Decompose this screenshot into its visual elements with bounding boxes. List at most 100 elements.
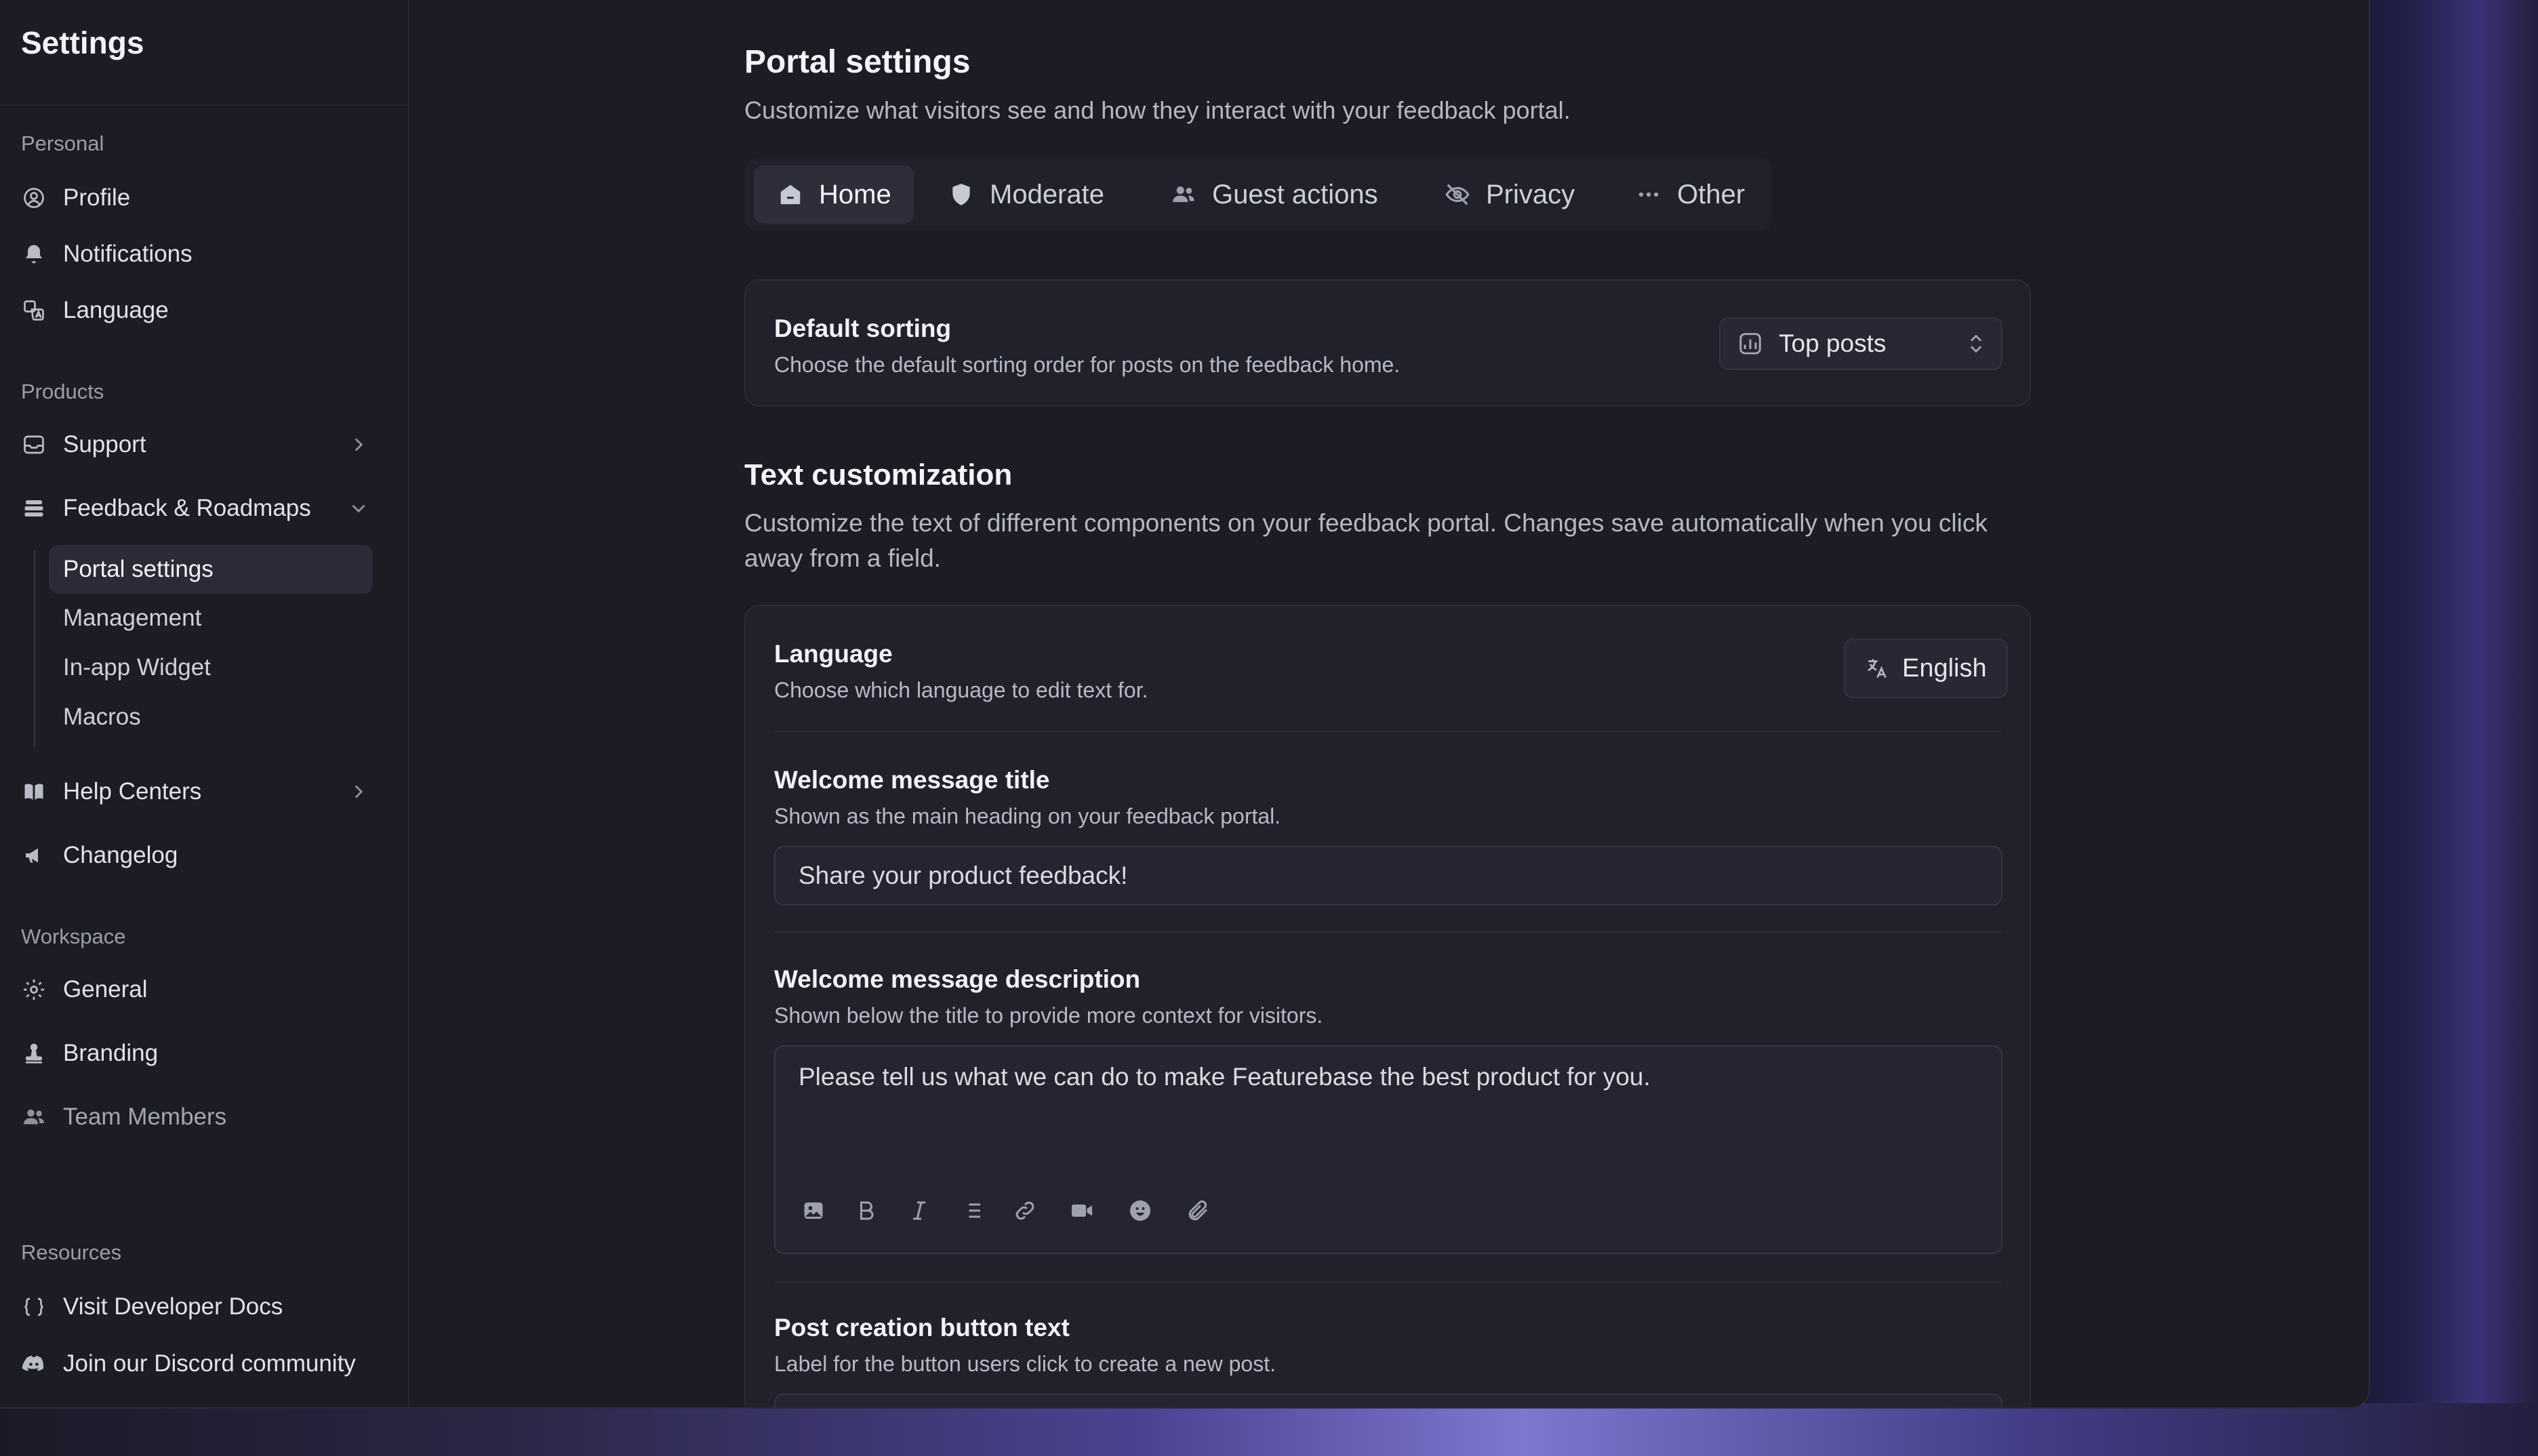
tab-label: Home [819,179,891,209]
section-resources: Resources [21,1240,122,1264]
text-customization-card: Language Choose which language to edit t… [744,605,2031,1407]
megaphone-icon [21,843,47,868]
sidebar-item-branding[interactable]: Branding [21,1034,158,1072]
tab-label: Moderate [990,179,1104,209]
sidebar-item-label: Changelog [63,842,178,868]
sidebar-item-label: Branding [63,1040,159,1066]
link-icon[interactable] [1011,1197,1039,1224]
post-button-label: Post creation button text [774,1314,1070,1341]
welcome-description-label: Welcome message description [774,965,1141,993]
sidebar-item-profile[interactable]: Profile [21,179,130,217]
sidebar-title: Settings [21,25,144,60]
sidebar-item-label: Notifications [63,241,193,267]
main-content: Portal settings Customize what visitors … [409,0,2369,1407]
desktop-background-bottom [0,1403,2538,1456]
image-icon[interactable] [800,1197,827,1224]
sidebar-item-discord[interactable]: Join our Discord community [21,1345,356,1383]
sidebar-item-label: Visit Developer Docs [63,1293,283,1320]
submenu-guide-line [34,550,35,747]
sidebar-subitem-label: Portal settings [63,556,214,582]
sidebar-item-support[interactable]: Support [21,426,146,464]
language-label: Language [774,640,893,668]
select-value: Top posts [1779,329,1887,357]
sidebar-item-feedback-roadmaps[interactable]: Feedback & Roadmaps [21,489,311,527]
sidebar-item-label: Feedback & Roadmaps [63,495,311,521]
translate-icon [1863,655,1890,682]
tab-moderate[interactable]: Moderate [948,165,1104,224]
tab-privacy[interactable]: Privacy [1444,165,1575,224]
discord-icon [21,1351,47,1377]
inbox-icon [21,432,47,458]
chevron-right-icon[interactable] [347,780,370,803]
editor-text: Please tell us what we can do to make Fe… [799,1063,1651,1091]
sidebar-item-developer-docs[interactable]: Visit Developer Docs [21,1288,283,1326]
sidebar-item-team-members[interactable]: Team Members [21,1098,226,1136]
sidebar-subitem-label: Management [63,605,202,631]
row-divider [774,1281,2002,1282]
section-products: Products [21,380,104,403]
section-workspace: Workspace [21,925,126,948]
default-sorting-select[interactable]: Top posts [1719,317,2002,370]
language-description: Choose which language to edit text for. [774,678,1148,702]
welcome-description-editor[interactable]: Please tell us what we can do to make Fe… [774,1045,2002,1254]
stamp-icon [21,1040,47,1066]
page-subtitle: Customize what visitors see and how they… [744,96,1571,124]
default-sorting-card: Default sorting Choose the default sorti… [744,279,2031,407]
eye-off-icon [1444,181,1471,208]
tab-guest-actions[interactable]: Guest actions [1170,165,1378,224]
sidebar-item-general[interactable]: General [21,971,148,1009]
gear-icon [21,977,47,1003]
sidebar-item-notifications[interactable]: Notifications [21,235,193,273]
post-button-input[interactable] [774,1394,2002,1407]
sidebar-subitem-portal-settings[interactable]: Portal settings [49,545,373,594]
emoji-icon[interactable] [1127,1197,1154,1224]
post-button-description: Label for the button users click to crea… [774,1352,1276,1376]
bell-icon [21,241,47,267]
more-icon [1635,181,1662,208]
tab-home[interactable]: Home [754,165,914,224]
sidebar-item-label: Language [63,297,169,323]
sidebar-subitem-in-app-widget[interactable]: In-app Widget [63,649,211,687]
bold-icon[interactable] [853,1197,880,1224]
page-title: Portal settings [744,44,971,80]
tab-other[interactable]: Other [1635,165,1745,224]
sidebar: Settings Personal Profile Notifications … [0,0,409,1407]
list-icon[interactable] [959,1197,986,1224]
language-select-button[interactable]: English [1844,639,2008,698]
sidebar-item-label: Help Centers [63,778,202,805]
sidebar-item-label: Team Members [63,1104,227,1130]
welcome-title-description: Shown as the main heading on your feedba… [774,804,1281,828]
sidebar-item-changelog[interactable]: Changelog [21,836,178,874]
sidebar-item-label: Support [63,431,146,458]
chevron-right-icon[interactable] [347,433,370,456]
sidebar-subitem-management[interactable]: Management [63,599,201,637]
sidebar-item-label: Join our Discord community [63,1350,356,1377]
default-sorting-label: Default sorting [774,315,952,342]
tab-label: Privacy [1486,179,1575,209]
language-value: English [1902,653,1987,683]
chevron-down-icon[interactable] [347,497,370,520]
settings-window: Settings Personal Profile Notifications … [0,0,2370,1409]
users-icon [1170,181,1197,208]
sidebar-subitem-label: Macros [63,704,141,730]
welcome-title-input[interactable]: Share your product feedback! [774,846,2002,906]
tab-bar: Home Moderate Guest actions Privacy Othe… [744,159,1772,230]
chevron-up-down-icon [1970,334,1982,353]
input-value: Share your product feedback! [799,862,1128,889]
book-icon [21,779,47,805]
video-icon[interactable] [1068,1197,1095,1224]
shield-icon [948,181,975,208]
welcome-description-help: Shown below the title to provide more co… [774,1003,1323,1028]
translate-icon [21,298,47,323]
italic-icon[interactable] [906,1197,933,1224]
sidebar-subitem-macros[interactable]: Macros [63,698,141,736]
attachment-icon[interactable] [1185,1197,1212,1224]
sidebar-subitem-label: In-app Widget [63,654,211,681]
text-customization-subtitle: Customize the text of different componen… [744,509,1988,572]
row-divider [774,931,2002,933]
default-sorting-description: Choose the default sorting order for pos… [774,352,1401,377]
text-customization-title: Text customization [744,458,1013,491]
sidebar-item-help-centers[interactable]: Help Centers [21,773,201,811]
section-personal: Personal [21,132,104,155]
sidebar-item-language[interactable]: Language [21,291,169,329]
